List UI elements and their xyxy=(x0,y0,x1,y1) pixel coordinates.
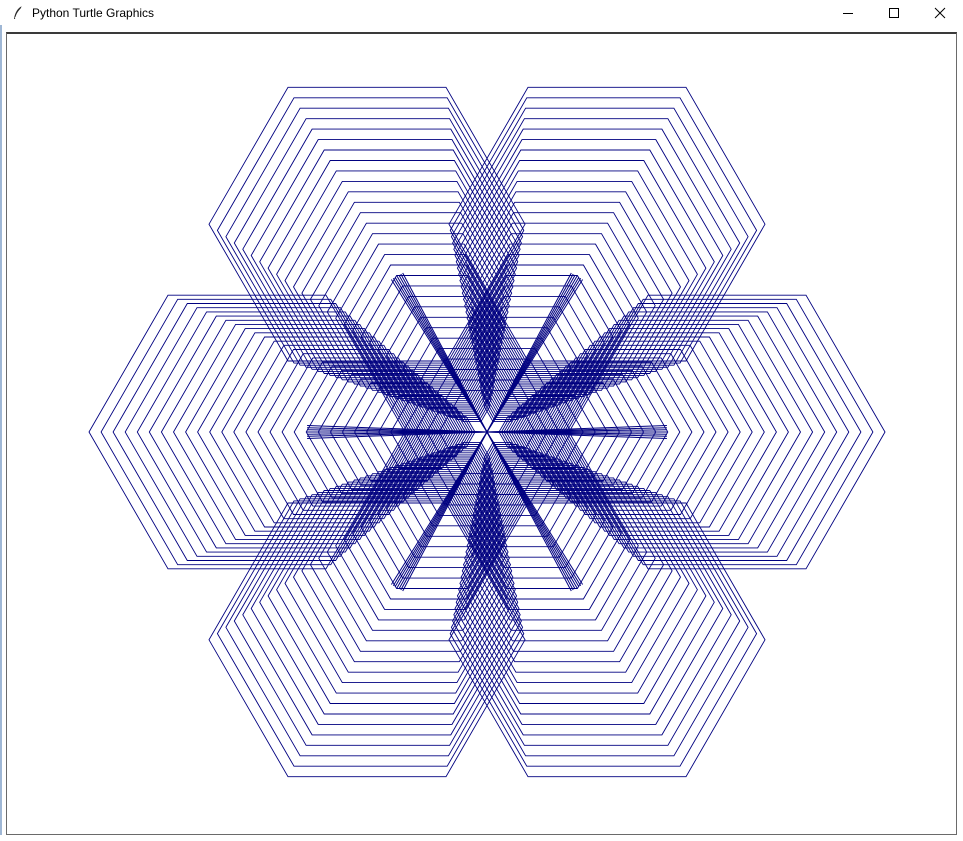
minimize-icon xyxy=(843,12,853,14)
minimize-button[interactable] xyxy=(825,0,871,25)
maximize-button[interactable] xyxy=(871,0,917,25)
background-window-strip xyxy=(0,835,963,841)
feather-icon xyxy=(12,5,26,21)
hexagon-rosette xyxy=(88,86,886,778)
window-title: Python Turtle Graphics xyxy=(32,5,155,20)
window-titlebar[interactable]: Python Turtle Graphics xyxy=(0,0,963,25)
window-edge xyxy=(0,25,2,841)
close-icon xyxy=(934,7,946,18)
turtle-drawing xyxy=(88,86,886,778)
close-button[interactable] xyxy=(917,0,963,25)
maximize-icon xyxy=(889,7,899,18)
